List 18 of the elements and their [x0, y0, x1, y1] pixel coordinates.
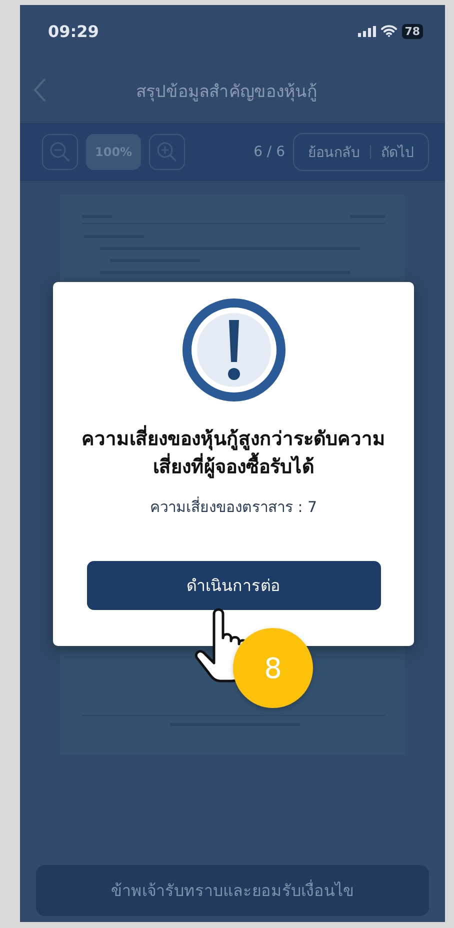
- signal-icon: [358, 26, 376, 36]
- status-time: 09:29: [48, 22, 99, 40]
- accept-terms-button[interactable]: ข้าพเจ้ารับทราบและยอมรับเงื่อนไข: [36, 865, 429, 916]
- dialog-title: ความเสี่ยงของหุ้นกู้สูงกว่าระดับความเสี่ยงที่ผู้จองซื้อรับได้: [78, 426, 390, 482]
- page-counter: 6 / 6: [254, 144, 285, 160]
- continue-button[interactable]: ดำเนินการต่อ: [86, 561, 380, 610]
- previous-page-button[interactable]: ย้อนกลับ: [298, 141, 370, 163]
- battery-level: 78: [402, 24, 423, 38]
- risk-level-text: ความเสี่ยงของตราสาร : 7: [150, 496, 318, 518]
- zoom-out-icon: [49, 141, 71, 163]
- next-page-button[interactable]: ถัดไป: [371, 141, 424, 163]
- zoom-in-icon: [156, 141, 178, 163]
- zoom-in-button[interactable]: [149, 134, 186, 170]
- zoom-out-button[interactable]: [42, 134, 78, 170]
- wifi-icon: [380, 25, 397, 37]
- screen-title: สรุปข้อมูลสำคัญของหุ้นกู้: [135, 80, 318, 104]
- back-chevron-icon[interactable]: [34, 78, 46, 102]
- warning-icon: [182, 298, 286, 402]
